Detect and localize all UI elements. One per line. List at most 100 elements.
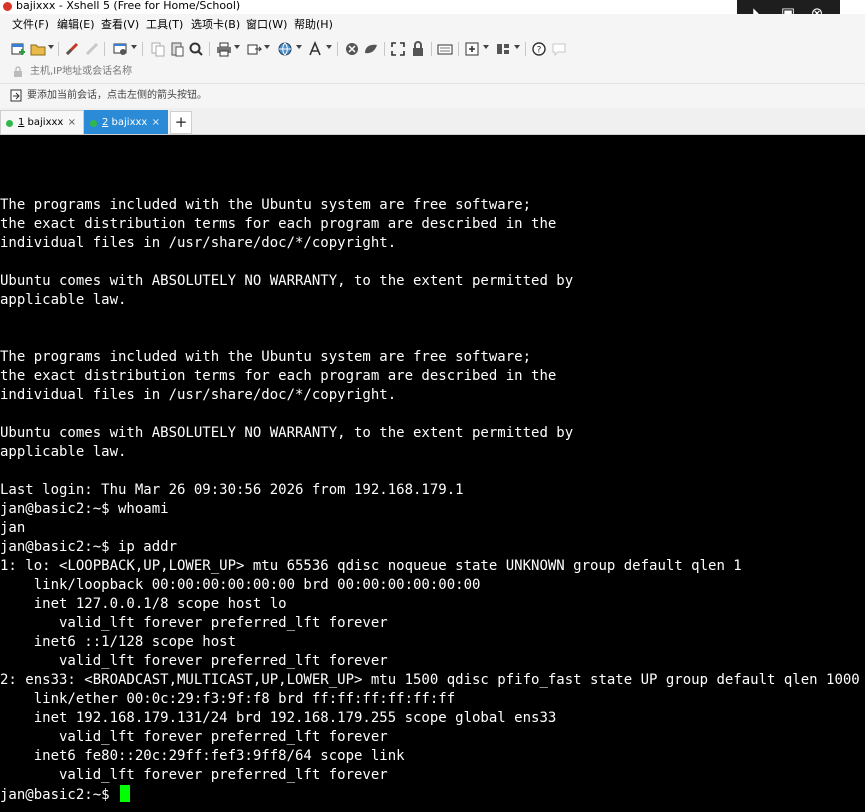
font-dropdown-caret[interactable] [326, 45, 332, 49]
menu-tabs[interactable]: 选项卡(B) [191, 18, 240, 32]
terminal-line: The programs included with the Ubuntu sy… [0, 197, 532, 213]
terminal-line: Ubuntu comes with ABSOLUTELY NO WARRANTY… [0, 273, 574, 289]
tab-label: 1 bajixxx [18, 117, 64, 128]
terminal-line: link/ether 00:0c:29:f3:9f:f8 brd ff:ff:f… [0, 691, 456, 707]
menu-file[interactable]: 文件(F) [12, 18, 49, 32]
toolbar: ? [0, 36, 865, 62]
paste-icon[interactable] [169, 41, 185, 57]
new-tab-button[interactable]: + [170, 111, 192, 134]
lock-icon[interactable] [410, 41, 426, 57]
menu-bar: 文件(F) 编辑(E) 查看(V) 工具(T) 选项卡(B) 窗口(W) 帮助(… [0, 14, 865, 36]
terminal-line: valid_lft forever preferred_lft forever [0, 615, 388, 631]
tab-bar: 1 bajixxx × 2 bajixxx × + [0, 108, 865, 135]
add-icon[interactable] [464, 41, 480, 57]
terminal-line: inet 192.168.179.131/24 brd 192.168.179.… [0, 710, 557, 726]
terminal-line: valid_lft forever preferred_lft forever [0, 653, 388, 669]
connect-icon[interactable] [64, 41, 80, 57]
toolbar-divider [458, 42, 459, 56]
terminal-line: the exact distribution terms for each pr… [0, 368, 557, 384]
terminal-line: inet 127.0.0.1/8 scope host lo [0, 596, 287, 612]
keyboard-icon[interactable] [437, 41, 453, 57]
disconnect-icon[interactable] [84, 41, 100, 57]
host-input[interactable]: 主机,IP地址或会话名称 [30, 65, 132, 79]
toolbar-divider [209, 42, 210, 56]
xmanager-icon[interactable] [363, 41, 379, 57]
connected-status-dot [6, 120, 13, 127]
add-dropdown-caret[interactable] [483, 45, 489, 49]
terminal-output: The programs included with the Ubuntu sy… [0, 196, 860, 804]
close-tab-icon[interactable]: × [152, 116, 160, 130]
terminal-cursor [120, 785, 131, 802]
terminal-line: jan [0, 520, 26, 536]
arrow-add-session-icon[interactable] [10, 89, 23, 102]
print-icon[interactable] [216, 41, 232, 57]
chat-icon[interactable] [551, 41, 567, 57]
fullscreen-icon[interactable] [390, 41, 406, 57]
lock-icon [12, 65, 24, 78]
terminal-line: link/loopback 00:00:00:00:00:00 brd 00:0… [0, 577, 481, 593]
terminal-line: individual files in /usr/share/doc/*/cop… [0, 235, 397, 251]
terminal-line: valid_lft forever preferred_lft forever [0, 729, 388, 745]
transfer-dropdown-caret[interactable] [264, 45, 270, 49]
terminal-line: 1: lo: <LOOPBACK,UP,LOWER_UP> mtu 65536 … [0, 558, 742, 574]
transfer-icon[interactable] [246, 41, 262, 57]
hint-bar: 要添加当前会话，点击左侧的箭头按钮。 [0, 84, 865, 108]
open-folder-icon[interactable] [30, 41, 46, 57]
terminal-line: applicable law. [0, 292, 127, 308]
xftp-icon[interactable] [344, 41, 360, 57]
toolbar-divider [525, 42, 526, 56]
terminal-line: applicable law. [0, 444, 127, 460]
layout-icon[interactable] [495, 41, 511, 57]
menu-tools[interactable]: 工具(T) [146, 18, 183, 32]
terminal-line: jan@basic2:~$ ip addr [0, 539, 178, 555]
menu-view[interactable]: 查看(V) [101, 18, 139, 32]
shell-prompt: jan@basic2:~$ [0, 787, 119, 803]
globe-icon[interactable] [277, 41, 293, 57]
tab-session-1[interactable]: 1 bajixxx × [0, 110, 84, 134]
find-icon[interactable] [188, 41, 204, 57]
layout-dropdown-caret[interactable] [514, 45, 520, 49]
terminal-line: Ubuntu comes with ABSOLUTELY NO WARRANTY… [0, 425, 574, 441]
hint-text: 要添加当前会话，点击左侧的箭头按钮。 [27, 90, 207, 101]
toolbar-divider [384, 42, 385, 56]
connected-status-dot [90, 120, 97, 127]
session-properties-icon[interactable] [112, 41, 128, 57]
toolbar-divider [431, 42, 432, 56]
terminal-line: inet6 fe80::20c:29ff:fef3:9ff8/64 scope … [0, 748, 405, 764]
new-session-icon[interactable] [10, 41, 26, 57]
svg-text:?: ? [537, 46, 542, 56]
terminal-line: the exact distribution terms for each pr… [0, 216, 557, 232]
terminal-line: individual files in /usr/share/doc/*/cop… [0, 387, 397, 403]
tab-session-2[interactable]: 2 bajixxx × [84, 110, 168, 134]
title-bar: bajixxx - Xshell 5 (Free for Home/School… [0, 0, 865, 14]
window-title: bajixxx - Xshell 5 (Free for Home/School… [16, 0, 241, 12]
address-bar: 主机,IP地址或会话名称 [0, 61, 865, 84]
close-tab-icon[interactable]: × [68, 116, 76, 130]
copy-icon[interactable] [150, 41, 166, 57]
terminal-line: The programs included with the Ubuntu sy… [0, 349, 532, 365]
terminal-prompt-line: jan@basic2:~$ [0, 785, 860, 804]
toolbar-divider [104, 42, 105, 56]
terminal-line: 2: ens33: <BROADCAST,MULTICAST,UP,LOWER_… [0, 672, 860, 688]
print-dropdown-caret[interactable] [234, 45, 240, 49]
help-icon[interactable]: ? [531, 41, 547, 57]
globe-dropdown-caret[interactable] [296, 45, 302, 49]
properties-dropdown-caret[interactable] [131, 45, 137, 49]
xshell-app-icon [3, 2, 12, 11]
menu-edit[interactable]: 编辑(E) [57, 18, 95, 32]
font-icon[interactable] [307, 41, 323, 57]
terminal-line: jan@basic2:~$ whoami [0, 501, 169, 517]
menu-window[interactable]: 窗口(W) [246, 18, 287, 32]
terminal-line: valid_lft forever preferred_lft forever [0, 767, 388, 783]
open-dropdown-caret[interactable] [48, 45, 54, 49]
terminal-line: Last login: Thu Mar 26 09:30:56 2026 fro… [0, 482, 464, 498]
terminal-area[interactable]: The programs included with the Ubuntu sy… [0, 135, 865, 812]
toolbar-divider [142, 42, 143, 56]
menu-help[interactable]: 帮助(H) [294, 18, 333, 32]
toolbar-divider [58, 42, 59, 56]
